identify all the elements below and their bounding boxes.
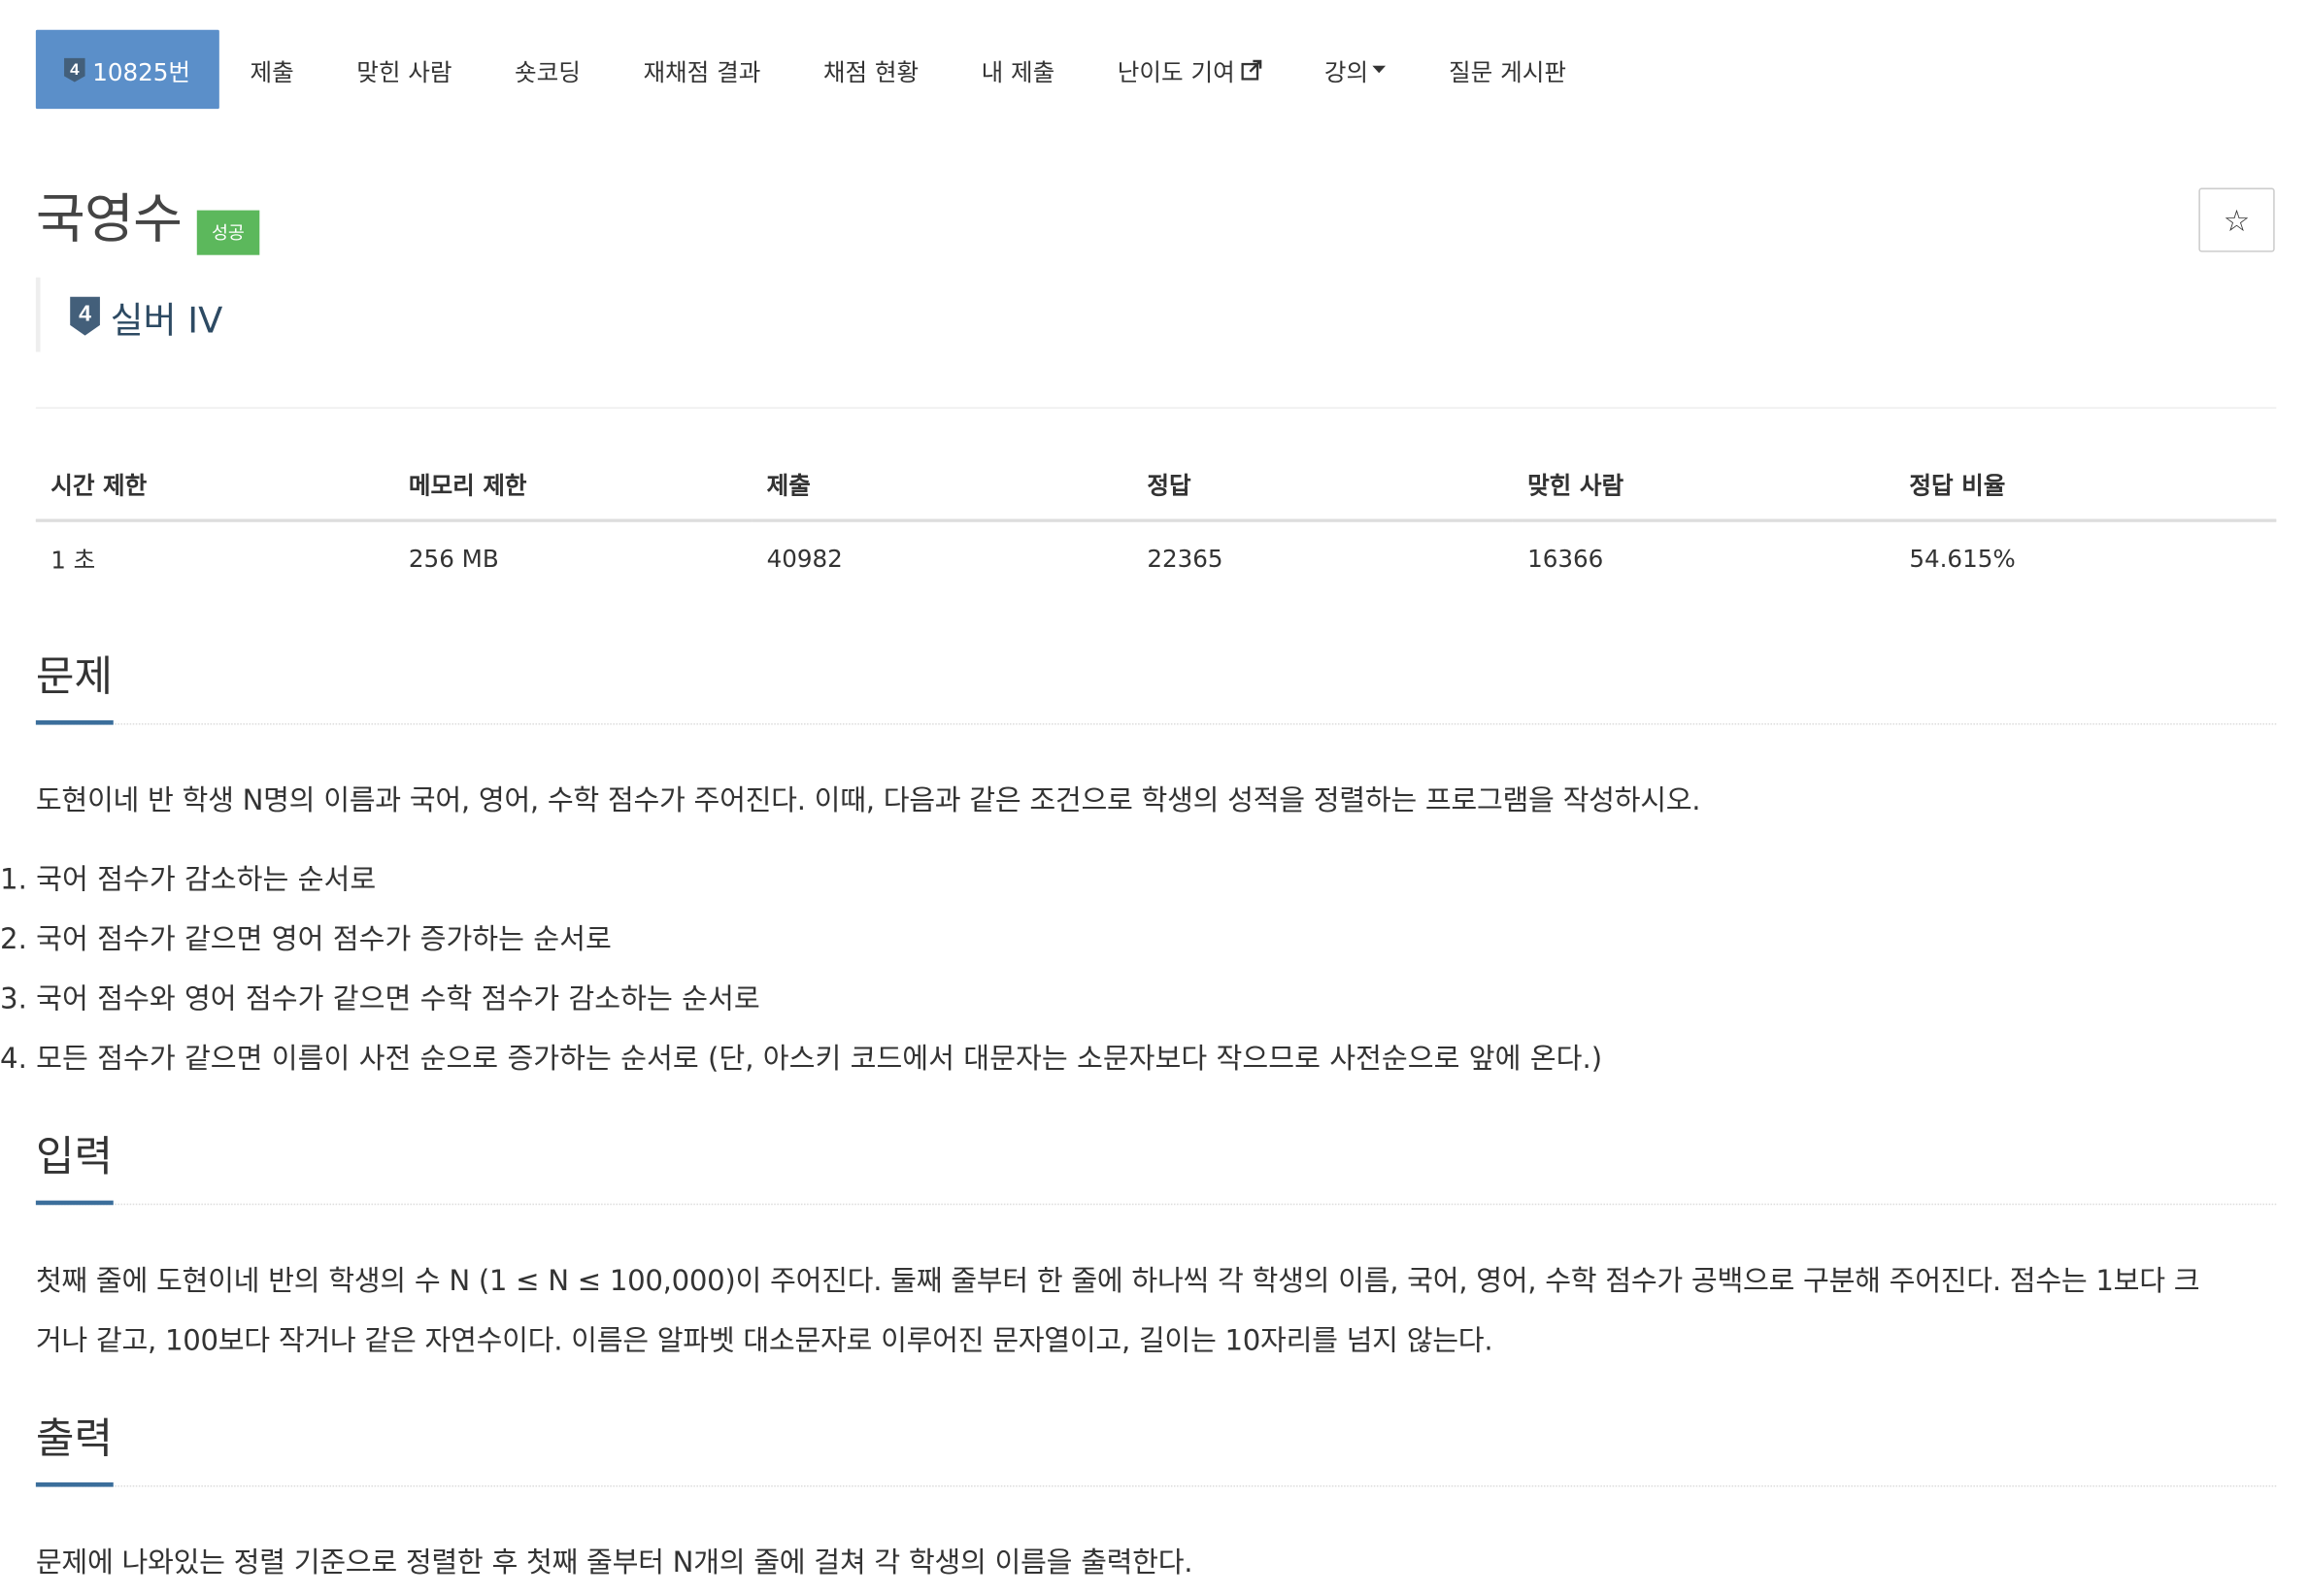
nav-qna-board-label: 질문 게시판 xyxy=(1449,57,1566,86)
nav-submit[interactable]: 제출 xyxy=(218,30,325,109)
favorite-star-button[interactable]: ☆ xyxy=(2198,187,2275,252)
description-title: 문제 xyxy=(35,648,114,725)
problem-header: 국영수 성공 xyxy=(35,184,260,256)
memory-limit-value: 256 MB xyxy=(408,543,499,573)
problem-info-table: 시간 제한 메모리 제한 제출 정답 맞힌 사람 정답 비율 1 초 256 M… xyxy=(35,447,2277,594)
header-accepted: 정답 xyxy=(1131,447,1513,522)
accepted-value: 22365 xyxy=(1147,543,1223,573)
submissions-value: 40982 xyxy=(766,543,843,573)
solved-users-value: 16366 xyxy=(1527,543,1604,573)
nav-difficulty-label: 난이도 기여 xyxy=(1117,57,1235,86)
nav-solved-users[interactable]: 맞힌 사람 xyxy=(325,30,484,109)
list-item: 1. 국어 점수가 감소하는 순서로 xyxy=(0,863,377,897)
description-text: 도현이네 반 학생 N명의 이름과 국어, 영어, 수학 점수가 주어진다. 이… xyxy=(35,784,1701,817)
tier-label: 실버 IV xyxy=(110,299,223,342)
list-item: 2. 국어 점수가 같으면 영어 점수가 증가하는 순서로 xyxy=(0,922,612,956)
output-section-header: 출력 xyxy=(35,1410,2277,1487)
input-section-header: 입력 xyxy=(35,1127,2277,1206)
silver-tier-icon: 4 xyxy=(64,57,85,82)
tier-info: 4 실버 IV xyxy=(35,277,223,352)
description-section-header: 문제 xyxy=(35,648,2277,725)
header-submissions: 제출 xyxy=(752,447,1132,522)
header-solved-users: 맞힌 사람 xyxy=(1512,447,1894,522)
nav-problem-number[interactable]: 4 10825번 xyxy=(35,29,219,110)
caret-down-icon xyxy=(1372,64,1387,73)
section-divider xyxy=(35,1203,2277,1206)
section-divider xyxy=(35,723,2277,725)
input-text-line-2: 거나 같고, 100보다 작거나 같은 자연수이다. 이름은 알파벳 대소문자로… xyxy=(35,1324,1493,1357)
nav-lectures-label: 강의 xyxy=(1323,57,1369,86)
input-title: 입력 xyxy=(35,1127,114,1206)
nav-short-coding-label: 숏코딩 xyxy=(515,57,581,86)
status-badge: 성공 xyxy=(196,210,260,255)
star-icon: ☆ xyxy=(2223,202,2251,239)
nav-submit-label: 제출 xyxy=(250,57,294,86)
nav-lectures-dropdown[interactable]: 강의 xyxy=(1293,30,1418,109)
sort-criteria-list: 1. 국어 점수가 감소하는 순서로 2. 국어 점수가 같으면 영어 점수가 … xyxy=(0,850,1602,1089)
output-title: 출력 xyxy=(35,1410,114,1487)
header-accept-ratio: 정답 비율 xyxy=(1893,447,2277,522)
svg-text:4: 4 xyxy=(79,300,91,325)
accept-ratio-value: 54.615% xyxy=(1909,543,2016,573)
nav-solved-users-label: 맞힌 사람 xyxy=(356,57,452,86)
nav-rejudge-results-label: 재채점 결과 xyxy=(643,57,761,86)
silver-tier-icon: 4 xyxy=(70,296,100,336)
output-text: 문제에 나와있는 정렬 기준으로 정렬한 후 첫째 줄부터 N개의 줄에 걸쳐 … xyxy=(35,1546,1193,1579)
table-row: 1 초 256 MB 40982 22365 16366 54.615% xyxy=(36,520,2276,593)
nav-difficulty-contribution[interactable]: 난이도 기여 xyxy=(1087,30,1293,109)
nav-short-coding[interactable]: 숏코딩 xyxy=(484,30,612,109)
header-time-limit: 시간 제한 xyxy=(35,447,394,522)
problem-menu: 4 10825번 제출 맞힌 사람 숏코딩 재채점 결과 채점 현황 내 제출 … xyxy=(35,29,1597,110)
problem-number-label: 10825번 xyxy=(92,57,191,86)
nav-judge-status-label: 채점 현황 xyxy=(822,57,920,86)
table-header-row: 시간 제한 메모리 제한 제출 정답 맞힌 사람 정답 비율 xyxy=(35,447,2277,522)
section-divider xyxy=(35,1485,2277,1487)
list-item: 4. 모든 점수가 같으면 이름이 사전 순으로 증가하는 순서로 (단, 아스… xyxy=(0,1042,1603,1076)
problem-page: 4 10825번 제출 맞힌 사람 숏코딩 재채점 결과 채점 현황 내 제출 … xyxy=(0,0,2309,1596)
nav-qna-board[interactable]: 질문 게시판 xyxy=(1418,30,1597,109)
svg-text:4: 4 xyxy=(70,59,80,78)
header-memory-limit: 메모리 제한 xyxy=(393,447,753,522)
nav-my-submissions[interactable]: 내 제출 xyxy=(950,30,1086,109)
nav-my-submissions-label: 내 제출 xyxy=(981,57,1055,86)
time-limit-value: 1 초 xyxy=(50,546,96,575)
nav-judge-status[interactable]: 채점 현황 xyxy=(792,30,951,109)
nav-rejudge-results[interactable]: 재채점 결과 xyxy=(612,30,791,109)
input-text-line-1: 첫째 줄에 도현이네 반의 학생의 수 N (1 ≤ N ≤ 100,000)이… xyxy=(35,1264,2200,1298)
external-link-icon xyxy=(1241,58,1262,80)
divider xyxy=(35,407,2277,409)
list-item: 3. 국어 점수와 영어 점수가 같으면 수학 점수가 감소하는 순서로 xyxy=(0,982,760,1016)
problem-title: 국영수 xyxy=(35,189,183,251)
